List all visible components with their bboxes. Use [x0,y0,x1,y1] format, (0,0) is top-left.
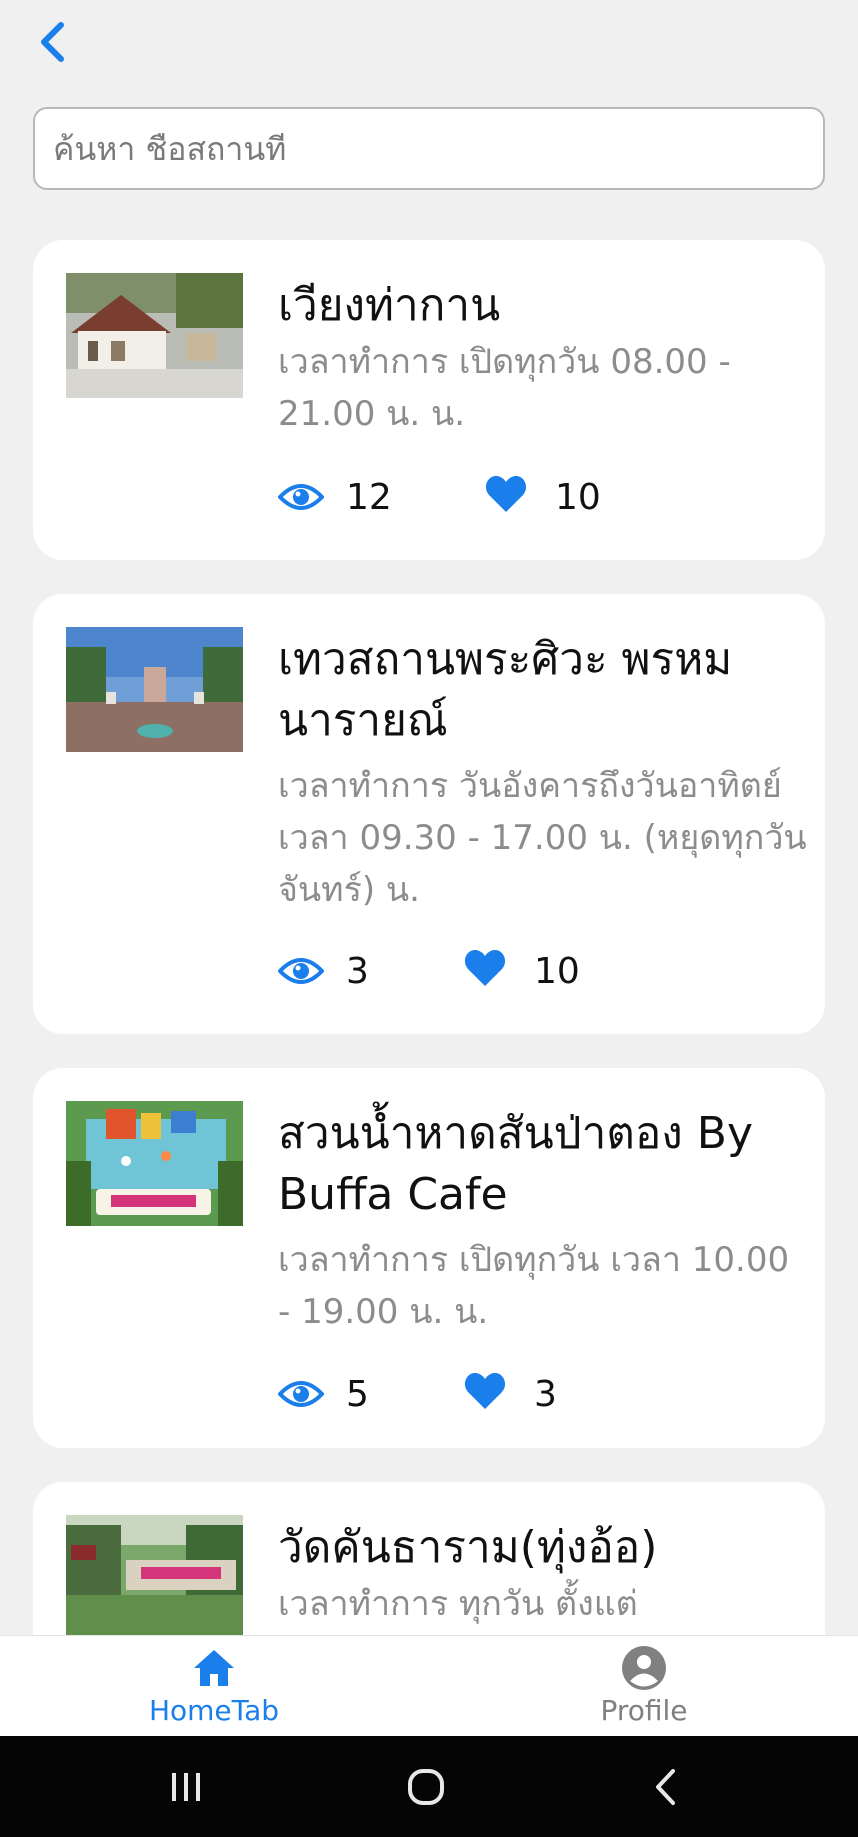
place-title: เวียงท่ากาน [278,280,501,331]
place-hours: เวลาทำการ วันอังคารถึงวันอาทิตย์ เวลา 09… [278,766,807,910]
place-card[interactable]: สวนน้ำหาดสันป่าตอง By Buffa Cafe เวลาทำก… [33,1068,825,1448]
tab-label: HomeTab [148,1694,280,1727]
system-navigation-bar [0,1736,858,1837]
place-title: วัดคันธาราม(ทุ่งอ้อ) [278,1522,658,1573]
place-thumbnail [66,273,243,398]
place-hours: เวลาทำการ เปิดทุกวัน 08.00 - 21.00 น. น. [278,342,731,434]
recents-icon [172,1773,200,1801]
search-input[interactable] [53,129,805,168]
place-hours: เวลาทำการ ทุกวัน ตั้งแต่ [278,1584,638,1624]
system-back-button[interactable] [636,1758,696,1816]
chevron-left-icon [41,22,64,62]
place-card[interactable]: เทวสถานพระศิวะ พรหมนารายณ์ เวลาทำการ วัน… [33,594,825,1034]
place-card[interactable]: วัดคันธาราม(ทุ่งอ้อ) เวลาทำการ ทุกวัน ตั… [33,1482,825,1635]
eye-icon [278,1381,324,1407]
back-icon [656,1769,675,1805]
place-hours: เวลาทำการ เปิดทุกวัน เวลา 10.00 - 19.00 … [278,1240,790,1332]
view-count: 12 [346,477,392,518]
heart-icon[interactable] [485,475,527,513]
heart-icon[interactable] [464,1372,506,1410]
place-title: สวนน้ำหาดสันป่าตอง By Buffa Cafe [278,1108,753,1220]
place-card[interactable]: เวียงท่ากาน เวลาทำการ เปิดทุกวัน 08.00 -… [33,240,825,560]
eye-icon [278,484,324,510]
tab-profile[interactable]: Profile [544,1636,744,1737]
recents-button[interactable] [156,1758,216,1816]
place-thumbnail [66,1515,243,1635]
system-home-button[interactable] [396,1758,456,1816]
place-thumbnail [66,627,243,752]
home-circle-icon [408,1769,444,1805]
search-box[interactable] [33,107,825,190]
profile-icon [622,1646,666,1690]
home-icon [194,1650,234,1686]
view-count: 3 [346,951,369,992]
like-count: 3 [534,1374,557,1415]
heart-icon[interactable] [464,949,506,987]
tab-label: Profile [600,1694,688,1727]
back-button[interactable] [30,18,74,66]
tab-home[interactable]: HomeTab [114,1636,314,1737]
like-count: 10 [534,951,580,992]
view-count: 5 [346,1374,369,1415]
place-title: เทวสถานพระศิวะ พรหมนารายณ์ [278,634,733,746]
like-count: 10 [555,477,601,518]
places-list[interactable]: เวียงท่ากาน เวลาทำการ เปิดทุกวัน 08.00 -… [0,240,858,1635]
place-thumbnail [66,1101,243,1226]
bottom-tab-bar: HomeTab Profile [0,1635,858,1736]
eye-icon [278,958,324,984]
